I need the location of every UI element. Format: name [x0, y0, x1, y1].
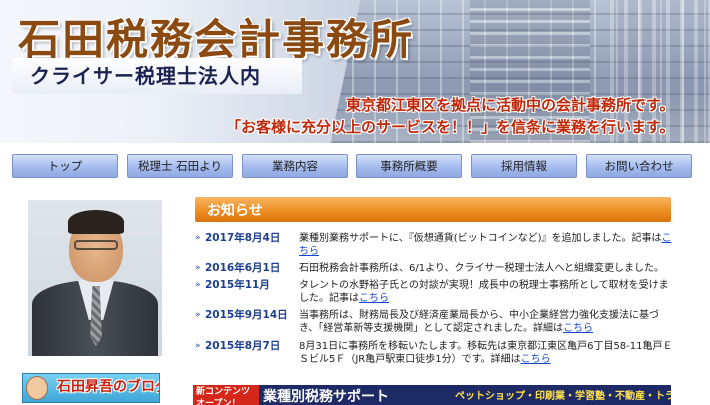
photo-glasses — [74, 240, 118, 250]
news-text: 当事務所は、財務局長及び経済産業局長から、中小企業経営力強化支援法に基づき、「経… — [299, 309, 677, 335]
main-nav: トップ 税理士 石田より 業務内容 事務所概要 採用情報 お問い合わせ — [0, 143, 710, 191]
bullet-icon: » — [195, 341, 201, 351]
news-text-body: 業種別業務サポートに、『仮想通貨(ビットコインなど)』を追加しました。記事は — [299, 233, 662, 244]
bullet-icon: » — [195, 280, 201, 290]
news-text-body: タレントの水野裕子氏との対談が実現！成長中の税理士事務所として取材を受けました。… — [299, 280, 669, 304]
news-text-body: 石田税務会計事務所は、6/1より、クライサー税理士法人へと組織変更しました。 — [299, 263, 664, 274]
promo-title: 業種別税務サポート — [263, 389, 389, 405]
tax-accountant-photo — [28, 200, 162, 356]
header-tagline-1: 東京都江東区を拠点に活動中の会計事務所です。 — [346, 96, 675, 114]
nav-message-from-ishida[interactable]: 税理士 石田より — [127, 154, 233, 178]
news-header: お知らせ — [195, 197, 671, 222]
news-text-body: 8月31日に事務所を移転いたします。移転先は東京都江東区亀戸6丁目58-11亀戸… — [299, 341, 673, 365]
news-heading: お知らせ — [207, 203, 263, 219]
header-tagline-2: 「お客様に充分以上のサービスを！！」を信条に業務を行います。 — [226, 118, 675, 136]
news-link[interactable]: こちら — [563, 323, 593, 334]
blog-banner-link[interactable]: 石田昇吾のブログ — [22, 373, 160, 403]
news-text: 石田税務会計事務所は、6/1より、クライサー税理士法人へと組織変更しました。 — [299, 262, 677, 275]
blog-avatar-icon — [26, 376, 48, 400]
news-link[interactable]: こちら — [359, 293, 389, 304]
news-date: 2015年8月7日 — [205, 340, 281, 352]
news-date: 2016年6月1日 — [205, 262, 281, 274]
business-support-banner[interactable]: 新コンテンツオープン！ 業種別税務サポート ペットショップ・印刷業・学習塾・不動… — [193, 385, 671, 405]
blog-banner-label: 石田昇吾のブログ — [57, 379, 160, 395]
news-date: 2015年11月 — [205, 279, 270, 291]
nav-office-overview[interactable]: 事務所概要 — [356, 154, 462, 178]
news-text: タレントの水野裕子氏との対談が実現！成長中の税理士事務所として取材を受けました。… — [299, 279, 677, 305]
news-text: 業種別業務サポートに、『仮想通貨(ビットコインなど)』を追加しました。記事はこち… — [299, 232, 677, 258]
bullet-icon: » — [195, 310, 201, 320]
photo-hair — [68, 210, 124, 234]
news-date: 2015年9月14日 — [205, 309, 288, 321]
news-text-body: 当事務所は、財務局長及び経済産業局長から、中小企業経営力強化支援法に基づき、「経… — [299, 310, 659, 334]
nav-top[interactable]: トップ — [12, 154, 118, 178]
bullet-icon: » — [195, 233, 201, 243]
bullet-icon: » — [195, 263, 201, 273]
site-header: 石田税務会計事務所 クライサー税理士法人内 東京都江東区を拠点に活動中の会計事務… — [0, 0, 710, 143]
news-text: 8月31日に事務所を移転いたします。移転先は東京都江東区亀戸6丁目58-11亀戸… — [299, 340, 677, 366]
nav-contact[interactable]: お問い合わせ — [586, 154, 692, 178]
news-date: 2017年8月4日 — [205, 232, 281, 244]
promo-tag: 新コンテンツオープン！ — [193, 385, 259, 405]
news-link[interactable]: こちら — [521, 354, 551, 365]
nav-services[interactable]: 業務内容 — [242, 154, 348, 178]
nav-recruit[interactable]: 採用情報 — [471, 154, 577, 178]
site-subtitle: クライサー税理士法人内 — [30, 64, 261, 88]
